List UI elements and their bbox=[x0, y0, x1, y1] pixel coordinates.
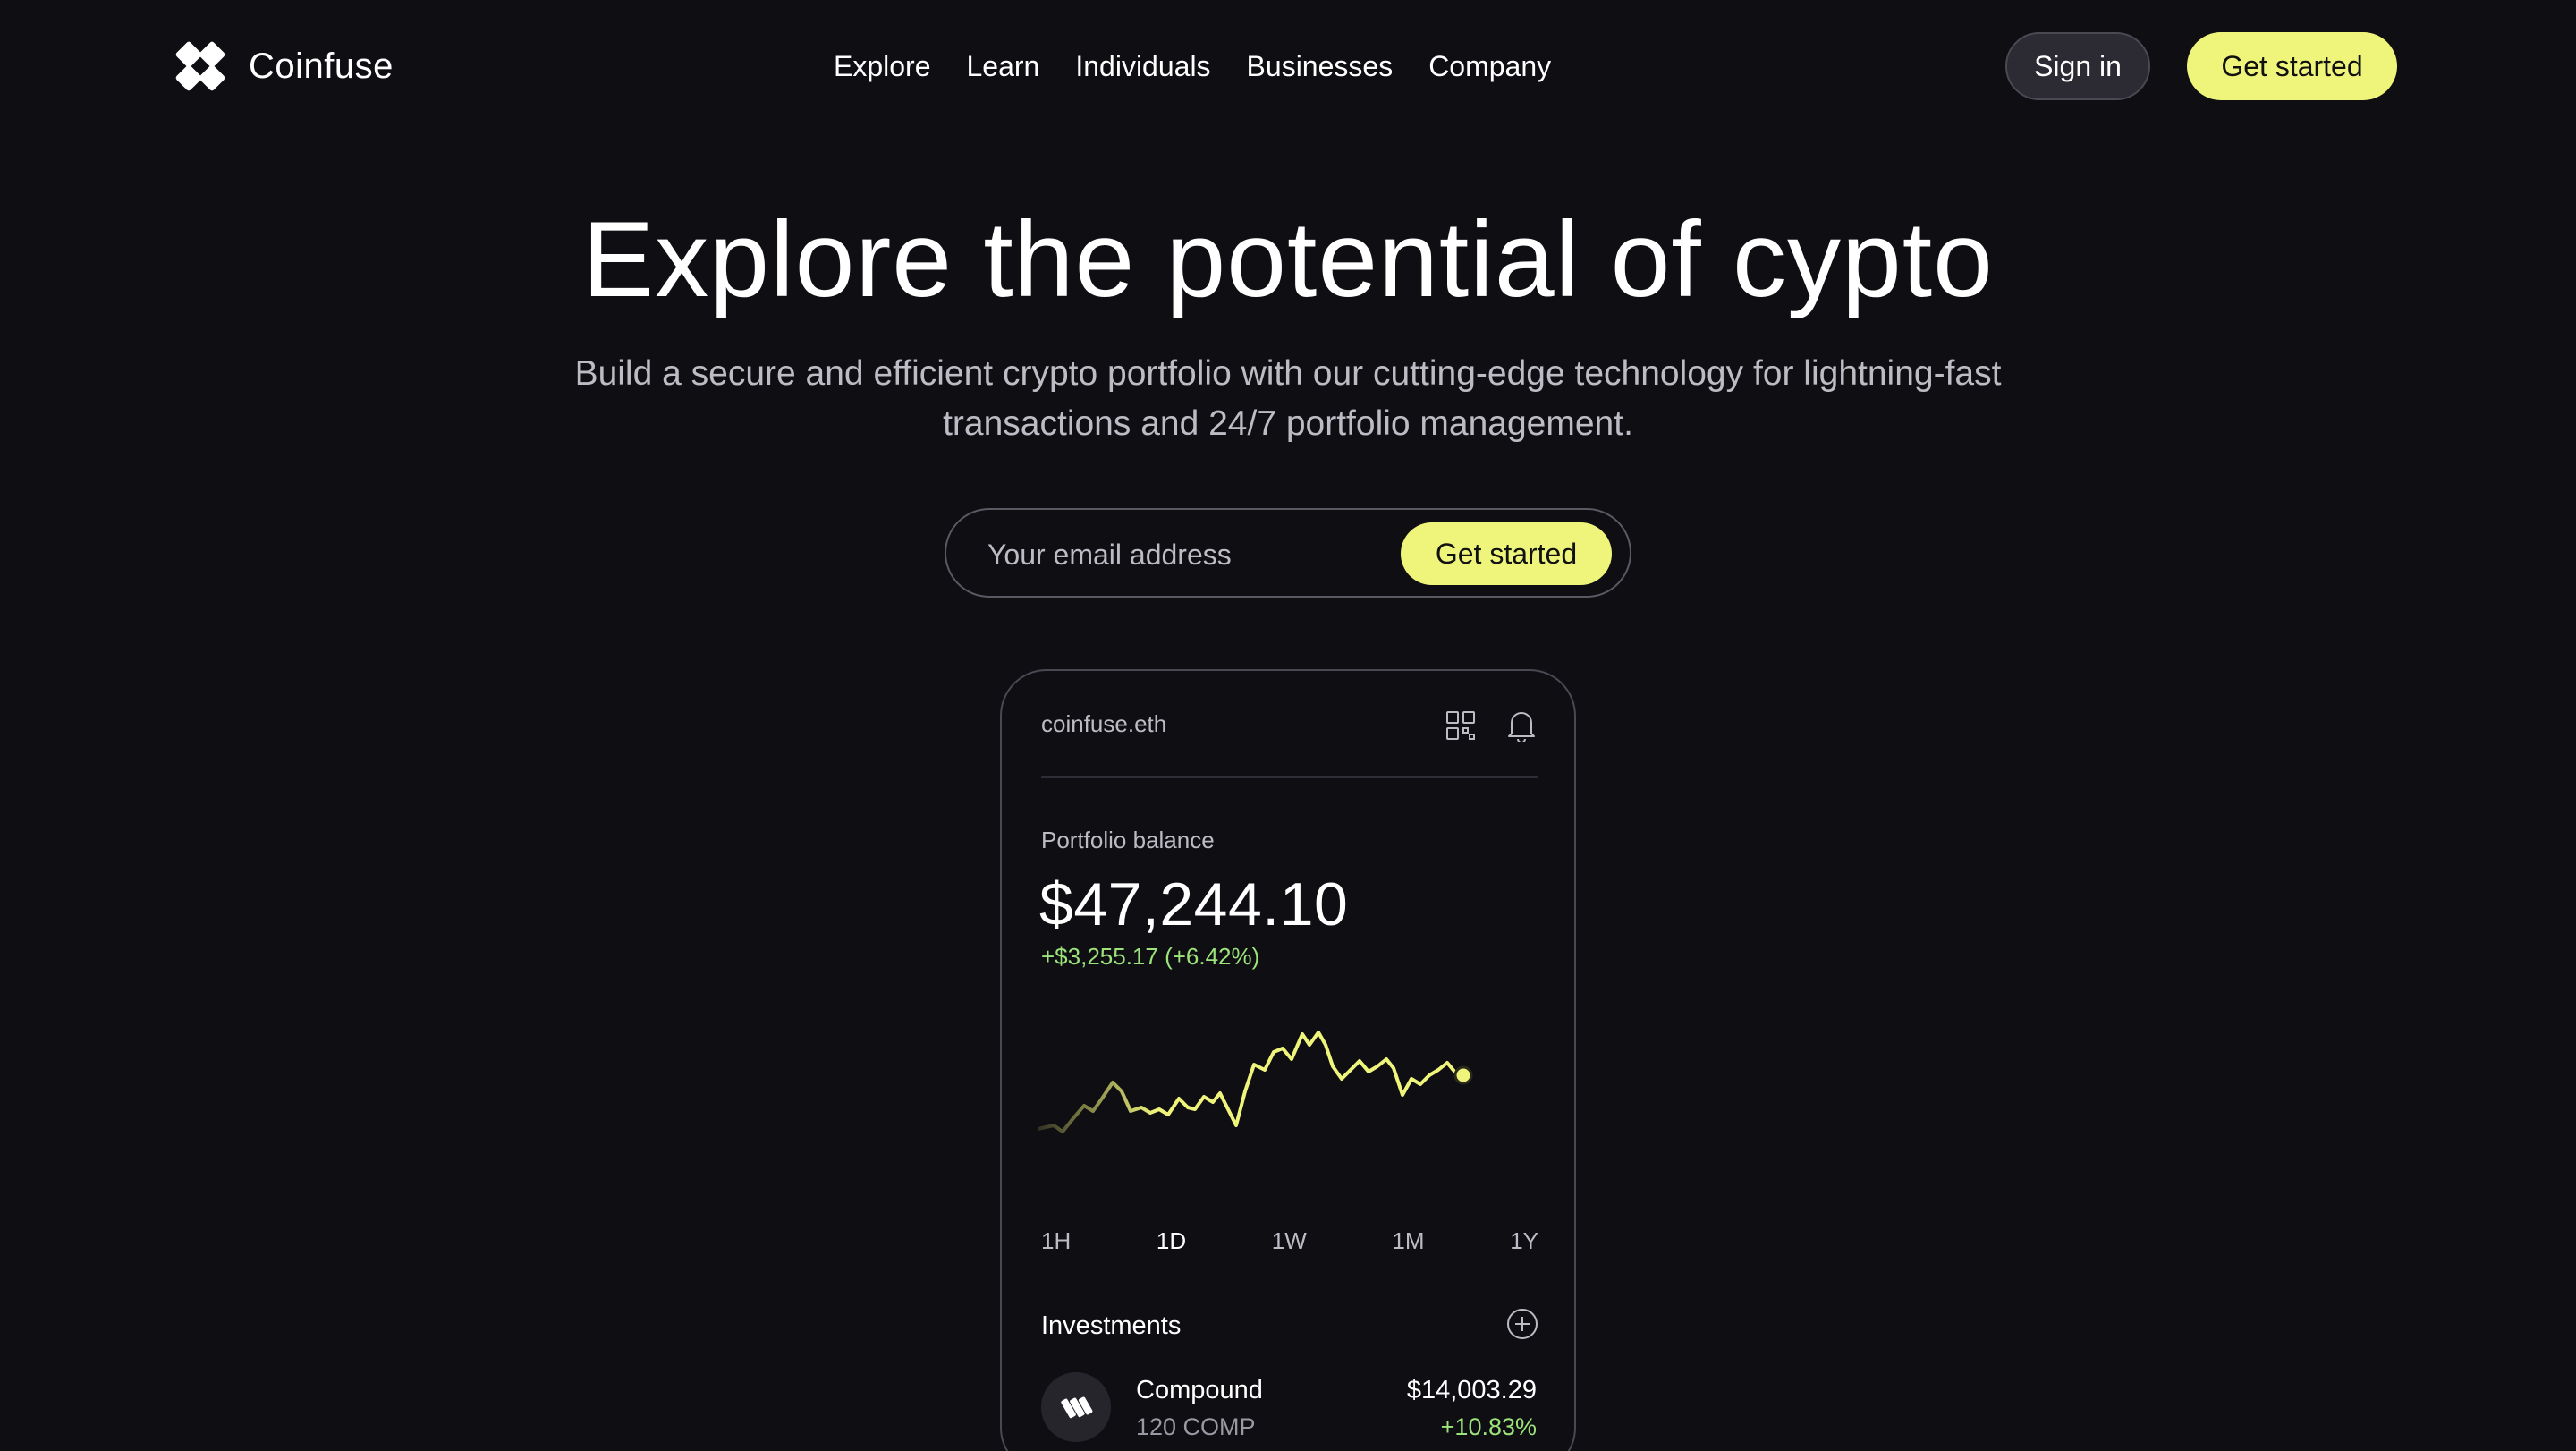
qr-code-icon[interactable] bbox=[1445, 710, 1476, 741]
main-nav: Explore Learn Individuals Businesses Com… bbox=[834, 47, 1551, 86]
diamond-cluster-icon bbox=[174, 40, 226, 92]
asset-value: $14,003.29 bbox=[1406, 1376, 1537, 1404]
bell-icon[interactable] bbox=[1506, 709, 1537, 742]
time-range-selector: 1H 1D 1W 1M 1Y bbox=[1041, 1227, 1538, 1255]
email-signup-form: Get started bbox=[945, 508, 1631, 598]
range-1d[interactable]: 1D bbox=[1157, 1227, 1186, 1255]
chart-endpoint-dot bbox=[1453, 1065, 1473, 1085]
asset-name: Compound bbox=[1136, 1376, 1263, 1404]
investments-heading: Investments bbox=[1041, 1311, 1182, 1340]
brand-logo[interactable]: Coinfuse bbox=[174, 40, 394, 92]
portfolio-line bbox=[1038, 1031, 1465, 1133]
brand-name: Coinfuse bbox=[249, 46, 394, 86]
compound-logo-icon bbox=[1041, 1372, 1111, 1442]
email-input[interactable] bbox=[987, 530, 1390, 580]
asset-change: +10.83% bbox=[1440, 1413, 1537, 1440]
add-investment-icon[interactable] bbox=[1506, 1308, 1538, 1340]
nav-item-individuals[interactable]: Individuals bbox=[1075, 47, 1210, 86]
portfolio-balance-label: Portfolio balance bbox=[1041, 827, 1215, 853]
wallet-preview-card: coinfuse.eth Portfolio balance $47,244.1… bbox=[1000, 669, 1576, 1451]
header-get-started-button[interactable]: Get started bbox=[2187, 32, 2397, 100]
nav-item-explore[interactable]: Explore bbox=[834, 47, 931, 86]
hero-get-started-button[interactable]: Get started bbox=[1401, 522, 1612, 585]
portfolio-balance-value: $47,244.10 bbox=[1039, 870, 1349, 938]
range-1w[interactable]: 1W bbox=[1272, 1227, 1307, 1255]
hero-subtitle: Build a secure and efficient crypto port… bbox=[574, 354, 2002, 443]
wallet-account-name: coinfuse.eth bbox=[1041, 710, 1167, 737]
sign-in-button[interactable]: Sign in bbox=[2005, 32, 2150, 100]
portfolio-chart bbox=[1038, 1031, 1473, 1133]
nav-item-learn[interactable]: Learn bbox=[967, 47, 1040, 86]
asset-quantity: 120 COMP bbox=[1136, 1413, 1256, 1440]
nav-item-businesses[interactable]: Businesses bbox=[1247, 47, 1394, 86]
portfolio-change: +$3,255.17 (+6.42%) bbox=[1041, 943, 1260, 970]
range-1h[interactable]: 1H bbox=[1041, 1227, 1071, 1255]
nav-item-company[interactable]: Company bbox=[1428, 47, 1551, 86]
landing-page: Coinfuse Explore Learn Individuals Busin… bbox=[0, 0, 2576, 1451]
range-1y[interactable]: 1Y bbox=[1510, 1227, 1538, 1255]
card-divider bbox=[1041, 776, 1538, 778]
hero-title: Explore the potential of cypto bbox=[582, 199, 1994, 319]
range-1m[interactable]: 1M bbox=[1392, 1227, 1424, 1255]
